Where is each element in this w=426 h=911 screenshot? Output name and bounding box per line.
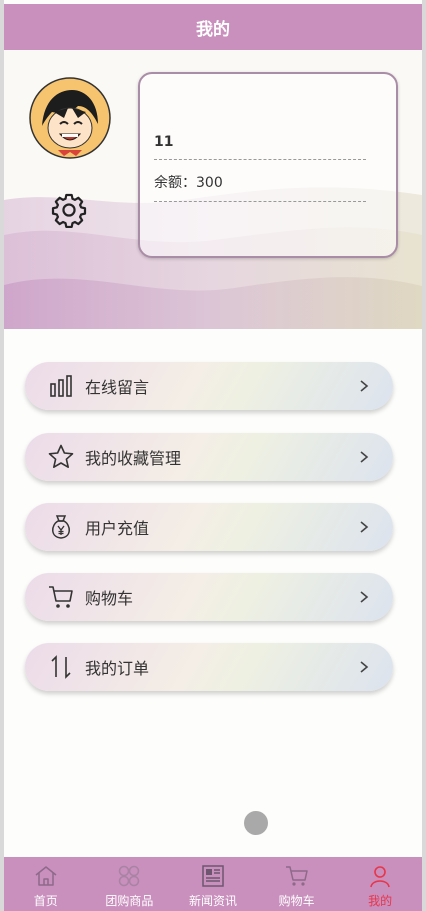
money-bag-icon: [46, 512, 76, 542]
menu-item-label: 用户充值: [85, 519, 150, 538]
balance-text: 余额：300: [154, 172, 366, 202]
cart-icon: [46, 582, 76, 612]
user-icon: [370, 866, 390, 888]
user-info-card: 11 余额：300: [138, 72, 398, 258]
bar-chart-icon: [46, 371, 76, 401]
menu-item-label: 购物车: [85, 589, 134, 608]
chevron-right-icon: [360, 661, 369, 673]
tab-label: 我的: [368, 894, 393, 908]
menu-item-label: 我的收藏管理: [85, 449, 182, 468]
chevron-right-icon: [360, 591, 369, 603]
gear-icon[interactable]: [50, 191, 88, 229]
tab-label: 首页: [33, 894, 58, 908]
menu-item-orders[interactable]: 我的订单: [25, 643, 393, 691]
sort-arrows-icon: [46, 652, 76, 682]
tab-label: 购物车: [278, 894, 315, 908]
chevron-right-icon: [360, 521, 369, 533]
news-icon: [202, 865, 224, 887]
menu-item-messages[interactable]: 在线留言: [25, 362, 393, 410]
menu-item-label: 在线留言: [85, 378, 150, 397]
bottom-tab-bar: 首页 团购商品 新闻资讯 购物车 我的: [4, 857, 422, 911]
floating-handle[interactable]: [244, 811, 268, 835]
menu-item-recharge[interactable]: 用户充值: [25, 503, 393, 551]
tab-label: 新闻资讯: [188, 894, 237, 908]
menu-item-cart[interactable]: 购物车: [25, 573, 393, 621]
home-icon: [35, 866, 57, 886]
menu-item-label: 我的订单: [85, 659, 150, 678]
tab-news[interactable]: 新闻资讯: [171, 857, 255, 911]
cart-icon: [285, 866, 308, 886]
page-header: 我的: [4, 4, 422, 50]
tab-cart[interactable]: 购物车: [255, 857, 339, 911]
tab-mine[interactable]: 我的: [338, 857, 422, 911]
chevron-right-icon: [360, 451, 369, 463]
menu-item-favorites[interactable]: 我的收藏管理: [25, 433, 393, 481]
tab-group-buy[interactable]: 团购商品: [88, 857, 172, 911]
tab-label: 团购商品: [105, 894, 154, 908]
star-icon: [46, 442, 76, 472]
cartoon-avatar-icon[interactable]: [28, 76, 112, 160]
page-title: 我的: [196, 19, 230, 40]
profile-section: 11 余额：300: [4, 50, 422, 329]
username: 11: [154, 134, 366, 160]
chevron-right-icon: [360, 380, 369, 392]
grid-icon: [119, 865, 140, 887]
tab-home[interactable]: 首页: [4, 857, 88, 911]
